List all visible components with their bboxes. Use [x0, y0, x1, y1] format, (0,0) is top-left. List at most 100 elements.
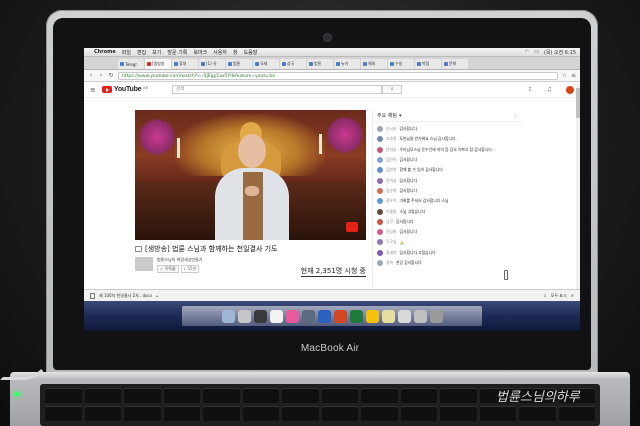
mission-control-icon[interactable] [253, 309, 267, 323]
browser-tab[interactable]: 삼국 [280, 59, 306, 69]
menubar-item[interactable]: 편집 [137, 49, 146, 56]
upload-icon[interactable]: ⇪ [528, 86, 533, 93]
browser-tab[interactable]: 해외 [361, 59, 387, 69]
chrome-icon[interactable] [365, 309, 379, 323]
chat-author[interactable]: 신시유 [386, 126, 396, 132]
chat-author[interactable]: 김은희 [386, 188, 396, 194]
calendar-icon[interactable] [269, 309, 283, 323]
chat-author[interactable]: 안지유 [386, 147, 396, 153]
chat-avatar[interactable] [377, 198, 383, 205]
browser-tab[interactable]: 문화 [442, 59, 468, 69]
chevron-down-icon[interactable]: ▾ [399, 113, 402, 119]
reload-icon[interactable]: ↻ [108, 72, 114, 79]
chat-author[interactable]: 정세미 [386, 250, 396, 256]
account-avatar[interactable] [566, 85, 574, 94]
menubar-item[interactable]: 사용자 [213, 49, 227, 56]
browser-tab[interactable]: 법륜 [307, 59, 333, 69]
chat-author[interactable]: 정희 [386, 260, 393, 266]
forward-arrow-icon[interactable]: › [98, 72, 104, 79]
finder-icon[interactable] [221, 309, 235, 323]
browser-tab[interactable]: 뉴키 [334, 59, 360, 69]
browser-tab[interactable]: (1) 유 [199, 59, 225, 69]
word-icon[interactable] [317, 309, 331, 323]
menubar-item[interactable]: 파일 [122, 49, 131, 56]
wifi-icon[interactable]: ◠ [525, 49, 529, 56]
video-player[interactable] [135, 110, 366, 240]
chat-avatar[interactable] [377, 177, 383, 184]
chat-avatar[interactable] [377, 218, 383, 225]
chat-text: 감사합니다 고맙습니다 [399, 249, 436, 255]
trash-icon[interactable] [429, 309, 443, 323]
chat-author[interactable]: 김진 [386, 219, 393, 225]
menubar-item[interactable]: 보기 [152, 49, 161, 56]
chat-avatar[interactable] [377, 260, 383, 266]
chat-avatar[interactable] [377, 208, 383, 215]
powerpoint-icon[interactable] [333, 309, 347, 323]
chat-author[interactable]: 진미성 [386, 178, 396, 184]
chat-author[interactable]: 정우주 [386, 198, 396, 204]
browser-tab[interactable]: 국제 [253, 59, 279, 69]
browser-tab-active[interactable]: [생방송 [145, 59, 171, 69]
chat-avatar[interactable] [377, 146, 383, 153]
chat-avatar[interactable] [377, 239, 383, 246]
chat-mode-dropdown[interactable]: 주요 채팅 [377, 112, 397, 119]
chat-message: 정세미 감사합니다 고맙습니다 [377, 248, 518, 258]
menubar-item[interactable]: 도움말 [244, 49, 258, 56]
chat-avatar[interactable] [377, 229, 383, 236]
system-preferences-icon[interactable] [301, 309, 315, 323]
menubar-app-name[interactable]: Chrome [94, 49, 116, 55]
chat-author[interactable]: 윤성희 [386, 229, 396, 235]
channel-thumbnail[interactable] [135, 257, 153, 271]
excel-icon[interactable] [349, 309, 363, 323]
chat-author[interactable]: 이종원 [386, 209, 396, 215]
back-arrow-icon[interactable]: ‹ [88, 72, 94, 79]
chat-author[interactable]: 김한지 [386, 167, 396, 173]
browser-tab[interactable]: 수일 [388, 59, 414, 69]
launchpad-icon[interactable] [237, 309, 251, 323]
page-scrollbar-thumb[interactable] [576, 88, 580, 118]
battery-icon[interactable]: ▭ [534, 49, 539, 56]
channel-name[interactable]: 법륜스님의 희망세상만들기 [157, 257, 202, 263]
subscribe-button[interactable]: ✓ 구독중 [157, 265, 179, 273]
browser-tab[interactable]: 휴대 [172, 59, 198, 69]
search-input[interactable]: 검색 [172, 85, 383, 94]
chat-text: 천강 감사합니다 [396, 260, 422, 265]
chat-text: 감사합니다 [396, 218, 414, 224]
chat-author[interactable]: 무구심 [386, 239, 396, 245]
monk-hand [245, 186, 259, 196]
menubar-item[interactable]: 창 [233, 49, 238, 56]
browser-tab[interactable]: Telegr [118, 59, 144, 69]
browser-tab[interactable]: 법륜 [226, 59, 252, 69]
chat-author[interactable]: 김진이 [386, 157, 396, 163]
chrome-menu-icon[interactable]: ≡ [571, 72, 576, 79]
download-item[interactable]: 제 100차 천일결사 2차...docx [99, 293, 152, 299]
chat-scroll-indicator[interactable] [504, 270, 508, 280]
chat-avatar[interactable] [377, 136, 383, 143]
chat-avatar[interactable] [377, 157, 383, 164]
preview-icon[interactable] [397, 309, 411, 323]
itunes-icon[interactable] [285, 309, 299, 323]
menubar-clock[interactable]: (목) 오전 6:15 [544, 49, 576, 56]
chat-author[interactable]: 조호원 [386, 136, 396, 142]
search-icon[interactable]: ⌕ [382, 85, 403, 94]
address-bar[interactable]: https://www.youtube.com/watch?v=5JEgp1ax… [118, 71, 558, 80]
star-icon[interactable]: ☆ [562, 72, 567, 79]
youtube-logo[interactable]: YouTube KR [101, 86, 148, 93]
chevron-up-icon[interactable]: ▴ [156, 293, 158, 298]
chat-message: 신시유 감사합니다. [377, 124, 518, 134]
chat-avatar[interactable] [377, 167, 383, 174]
notes-icon[interactable] [381, 309, 395, 323]
menubar-item[interactable]: 방문 기록 [167, 49, 187, 56]
show-all-downloads-link[interactable]: 모두 표시 [551, 293, 567, 299]
more-options-icon[interactable]: ⋮ [513, 113, 518, 119]
chat-avatar[interactable] [377, 187, 383, 194]
menubar-item[interactable]: 북마크 [193, 49, 207, 56]
browser-tab[interactable]: 복합 [415, 59, 441, 69]
close-icon[interactable]: × [571, 293, 574, 299]
bell-icon[interactable]: ♫ [547, 86, 552, 93]
chat-avatar[interactable] [377, 249, 383, 256]
guide-menu-icon[interactable]: ≡ [90, 86, 96, 94]
chat-avatar[interactable] [377, 126, 383, 133]
document-stack-icon[interactable] [413, 309, 427, 323]
channel-watermark-icon[interactable] [346, 222, 358, 232]
